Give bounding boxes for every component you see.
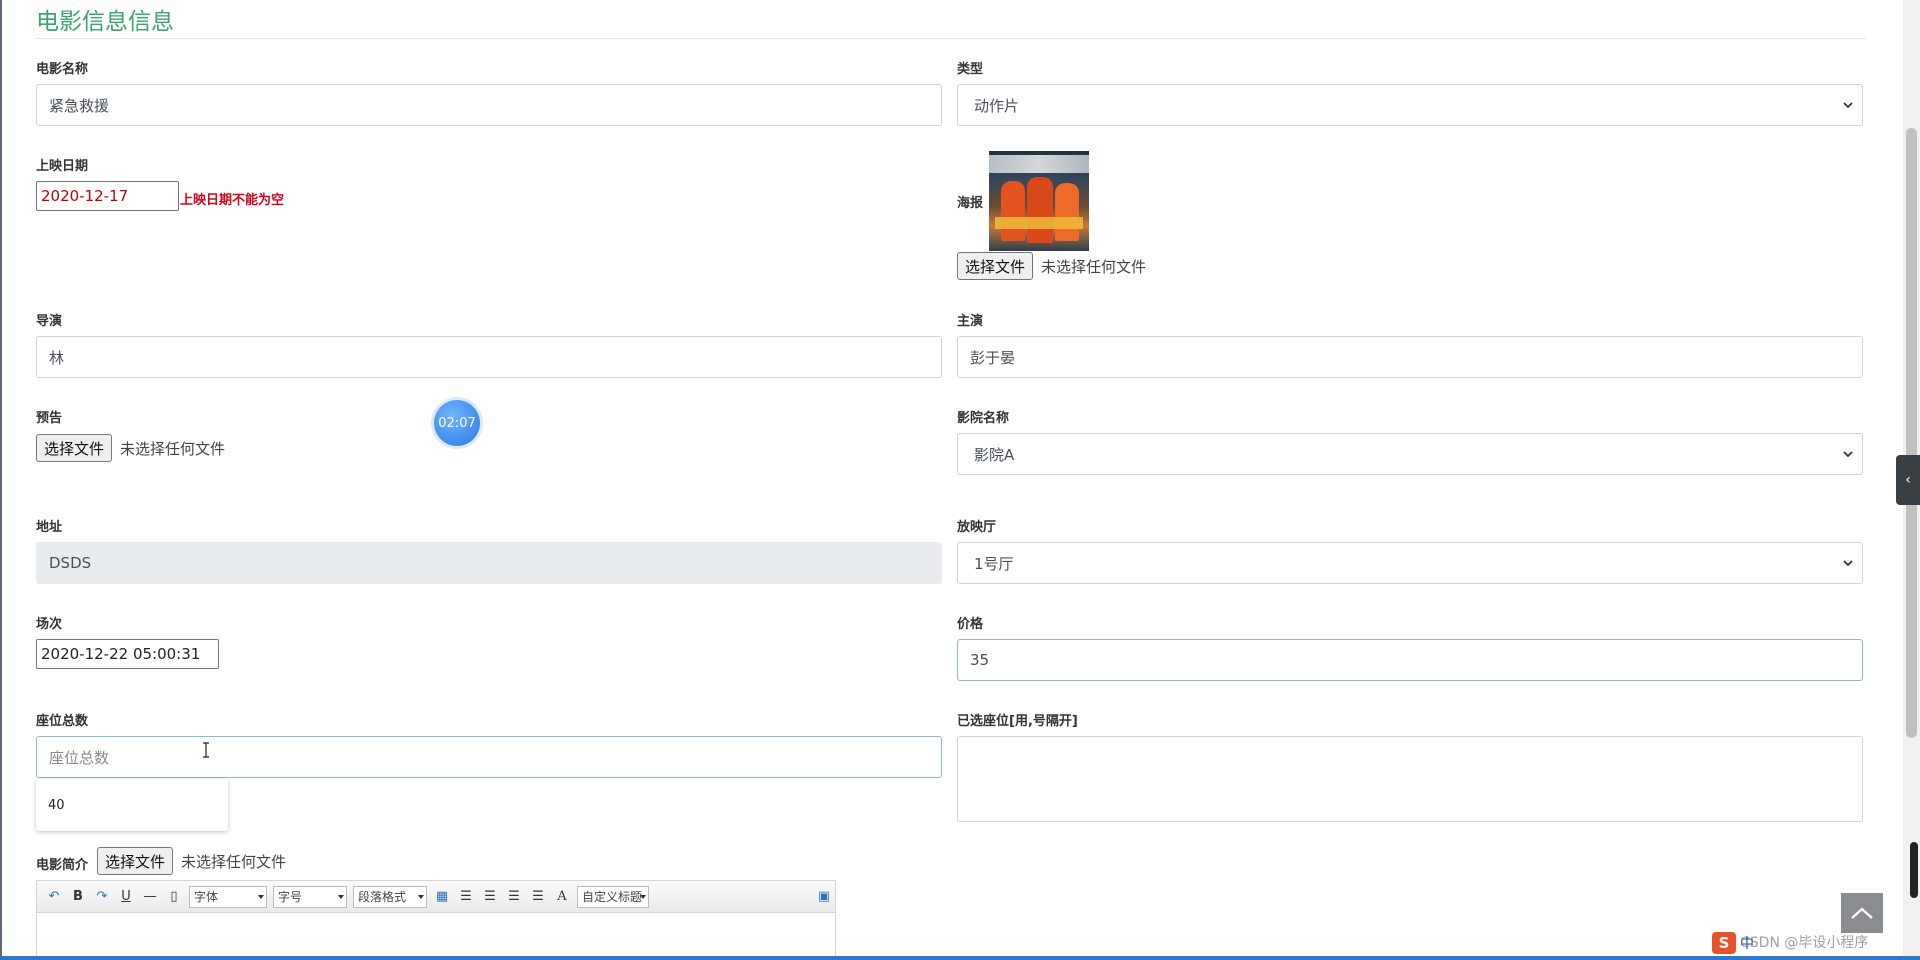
- edge-handle: [1910, 842, 1918, 898]
- underline-icon[interactable]: U: [117, 888, 135, 906]
- font-family-select[interactable]: 字体: [189, 885, 267, 908]
- rich-text-editor[interactable]: ↶ B ↷ U — ▯ 字体 字号 段落格式 ▦ ☰ ☰ ☰ ☰ A 自定义标题: [36, 880, 836, 960]
- trailer-choose-file-button[interactable]: 选择文件: [36, 434, 113, 462]
- chevron-down-icon: [1842, 99, 1854, 111]
- font-size-select[interactable]: 字号: [273, 885, 347, 908]
- movie-name-input[interactable]: 紧急救援: [36, 84, 942, 126]
- address-value: DSDS: [49, 554, 92, 572]
- align-left-icon[interactable]: ☰: [457, 888, 475, 906]
- bottom-accent-bar: [0, 956, 1920, 960]
- watermark: CSDN @毕设小程序: [1740, 935, 1869, 951]
- movie-info-form-page: 电影信息信息 电影名称 紧急救援 类型 动作片 上映日期 2020-12-17 …: [0, 0, 1920, 960]
- redo-icon[interactable]: ↷: [93, 888, 111, 906]
- actor-input[interactable]: 彭于晏: [957, 336, 1863, 378]
- poster-image: [989, 151, 1089, 251]
- address-label: 地址: [36, 520, 63, 535]
- intro-file-status: 未选择任何文件: [181, 853, 287, 871]
- trailer-file-status: 未选择任何文件: [120, 440, 226, 458]
- director-value: 林: [49, 348, 65, 367]
- poster-choose-file-button[interactable]: 选择文件: [957, 252, 1034, 280]
- editor-toolbar: ↶ B ↷ U — ▯ 字体 字号 段落格式 ▦ ☰ ☰ ☰ ☰ A 自定义标题: [37, 881, 835, 913]
- font-size-value: 字号: [278, 890, 303, 904]
- type-label: 类型: [957, 62, 984, 77]
- custom-title-value: 自定义标题: [582, 890, 643, 904]
- seats-selected-label: 已选座位[用,号隔开]: [957, 714, 1078, 729]
- cinema-label: 影院名称: [957, 411, 1010, 426]
- title-divider: [36, 38, 1866, 39]
- release-date-error: 上映日期不能为空: [180, 193, 285, 208]
- sidebar-toggle-chevron-left-icon[interactable]: ‹: [1896, 455, 1920, 505]
- seats-autocomplete-option[interactable]: 40: [36, 779, 228, 831]
- sogou-logo-icon: S: [1712, 932, 1736, 954]
- showtime-value: 2020-12-22 05:00:31: [41, 645, 201, 663]
- seats-total-label: 座位总数: [36, 714, 89, 729]
- seats-total-input[interactable]: 座位总数: [36, 736, 942, 778]
- price-value: 35: [970, 651, 990, 669]
- poster-file-status: 未选择任何文件: [1041, 258, 1147, 276]
- align-right-icon[interactable]: ☰: [505, 888, 523, 906]
- release-date-input[interactable]: 2020-12-17: [36, 181, 179, 211]
- release-date-value: 2020-12-17: [41, 187, 129, 205]
- undo-icon[interactable]: ↶: [45, 888, 63, 906]
- chevron-up-icon: [1851, 907, 1873, 919]
- hall-label: 放映厅: [957, 520, 997, 535]
- seats-total-placeholder: 座位总数: [49, 748, 110, 767]
- address-input: DSDS: [36, 542, 942, 584]
- cinema-select[interactable]: 影院A: [957, 433, 1863, 475]
- type-selected-value: 动作片: [974, 96, 1020, 115]
- timer-badge: 02:07: [434, 400, 480, 446]
- trailer-label: 预告: [36, 411, 63, 426]
- justify-icon[interactable]: ☰: [529, 888, 547, 906]
- table-icon[interactable]: ▦: [433, 888, 451, 906]
- type-select[interactable]: 动作片: [957, 84, 1863, 126]
- page-icon[interactable]: ▯: [165, 888, 183, 906]
- paragraph-format-value: 段落格式: [358, 890, 407, 904]
- price-input[interactable]: 35: [957, 639, 1863, 681]
- cinema-selected-value: 影院A: [974, 445, 1015, 464]
- font-family-value: 字体: [194, 890, 219, 904]
- poster-label: 海报: [957, 196, 984, 211]
- release-date-label: 上映日期: [36, 159, 89, 174]
- paragraph-format-select[interactable]: 段落格式: [353, 885, 427, 908]
- custom-title-select[interactable]: 自定义标题: [577, 885, 649, 908]
- movie-name-value: 紧急救援: [49, 96, 110, 115]
- actor-label: 主演: [957, 314, 984, 329]
- seats-suggestion-value: 40: [48, 797, 65, 813]
- horizontal-rule-icon[interactable]: —: [141, 888, 159, 906]
- align-center-icon[interactable]: ☰: [481, 888, 499, 906]
- font-color-icon[interactable]: A: [553, 888, 571, 906]
- showtime-label: 场次: [36, 617, 63, 632]
- back-to-top-button[interactable]: [1841, 893, 1883, 933]
- seats-selected-textarea[interactable]: [957, 736, 1863, 822]
- intro-choose-file-button[interactable]: 选择文件: [97, 847, 174, 875]
- left-edge: [0, 0, 2, 960]
- page-title: 电影信息信息: [36, 9, 174, 35]
- preview-icon[interactable]: ▣: [815, 888, 833, 906]
- director-input[interactable]: 林: [36, 336, 942, 378]
- actor-value: 彭于晏: [970, 348, 1016, 367]
- page-scrollbar-thumb[interactable]: [1906, 128, 1917, 738]
- chevron-down-icon: [1842, 557, 1854, 569]
- movie-name-label: 电影名称: [36, 62, 89, 77]
- showtime-input[interactable]: 2020-12-22 05:00:31: [36, 639, 219, 669]
- chevron-down-icon: [1842, 448, 1854, 460]
- text-cursor-icon: [202, 742, 210, 758]
- hall-select[interactable]: 1号厅: [957, 542, 1863, 584]
- intro-label: 电影简介: [36, 858, 89, 873]
- hall-selected-value: 1号厅: [974, 554, 1014, 573]
- price-label: 价格: [957, 617, 984, 632]
- director-label: 导演: [36, 314, 63, 329]
- bold-icon[interactable]: B: [69, 888, 87, 906]
